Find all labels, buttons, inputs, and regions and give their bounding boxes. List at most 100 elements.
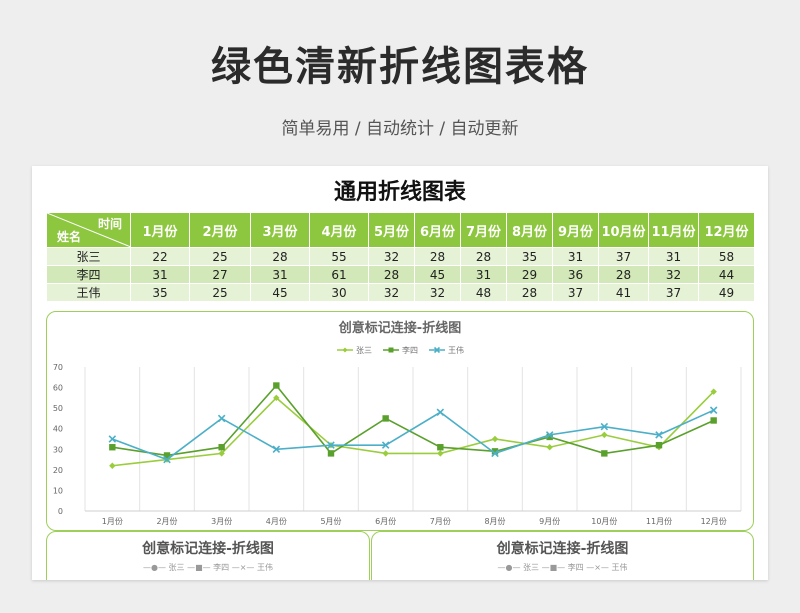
y-tick-label: 10 (53, 486, 63, 495)
month-header: 6月份 (414, 212, 461, 248)
x-tick-label: 5月份 (320, 516, 341, 526)
value-cell[interactable]: 44 (698, 265, 755, 284)
data-point (437, 444, 444, 451)
value-cell[interactable]: 28 (506, 283, 553, 302)
y-tick-label: 40 (53, 425, 63, 434)
x-tick-label: 9月份 (539, 516, 560, 526)
main-chart-panel: 创意标记连接-折线图 张三 李四 王伟 0 10 20 30 40 50 60 70 1月份 2月份 3月份… (46, 311, 754, 531)
value-cell[interactable]: 55 (309, 247, 369, 266)
value-cell[interactable]: 28 (598, 265, 649, 284)
y-tick-label: 20 (53, 466, 63, 475)
month-header: 12月份 (698, 212, 755, 248)
month-header: 1月份 (130, 212, 190, 248)
data-point (327, 450, 335, 457)
value-cell[interactable]: 45 (250, 283, 310, 302)
value-cell[interactable]: 36 (552, 265, 599, 284)
value-cell[interactable]: 28 (414, 247, 461, 266)
data-point (601, 450, 608, 457)
value-cell[interactable]: 35 (130, 283, 190, 302)
row-name-cell: 王伟 (46, 283, 131, 302)
table-row: 李四 31 27 31 61 28 45 31 29 36 28 32 44 (46, 265, 755, 284)
table-row: 王伟 35 25 45 30 32 32 48 28 37 41 37 49 (46, 283, 755, 302)
value-cell[interactable]: 48 (460, 283, 507, 302)
data-point (382, 415, 389, 422)
value-cell[interactable]: 37 (648, 283, 699, 302)
month-header: 7月份 (460, 212, 507, 248)
table-header-row: 时间 姓名 1月份 2月份 3月份 4月份 5月份 6月份 7月份 8月份 9月… (46, 212, 755, 248)
data-table: 时间 姓名 1月份 2月份 3月份 4月份 5月份 6月份 7月份 8月份 9月… (46, 212, 755, 302)
value-cell[interactable]: 35 (506, 247, 553, 266)
value-cell[interactable]: 49 (698, 283, 755, 302)
month-header: 10月份 (598, 212, 649, 248)
value-cell[interactable]: 31 (648, 247, 699, 266)
x-tick-label: 1月份 (102, 516, 123, 526)
value-cell[interactable]: 22 (130, 247, 190, 266)
value-cell[interactable]: 30 (309, 283, 369, 302)
bottom-chart-title: 创意标记连接-折线图 (142, 541, 274, 557)
value-cell[interactable]: 25 (189, 247, 251, 266)
value-cell[interactable]: 61 (309, 265, 369, 284)
row-name-cell: 李四 (46, 265, 131, 284)
value-cell[interactable]: 31 (130, 265, 190, 284)
value-cell[interactable]: 31 (552, 247, 599, 266)
data-point (710, 417, 717, 424)
data-point (109, 444, 116, 451)
bottom-chart-legend: —●— 张三 —■— 李四 —×— 王伟 (143, 563, 273, 572)
corner-time-label: 时间 (97, 217, 122, 231)
value-cell[interactable]: 32 (368, 247, 415, 266)
month-header: 3月份 (250, 212, 310, 248)
value-cell[interactable]: 28 (250, 247, 310, 266)
value-cell[interactable]: 28 (460, 247, 507, 266)
value-cell[interactable]: 32 (648, 265, 699, 284)
data-point (382, 450, 389, 457)
y-tick-label: 50 (53, 404, 63, 413)
y-tick-label: 70 (53, 363, 63, 372)
month-header: 4月份 (309, 212, 369, 248)
y-tick-label: 30 (53, 445, 63, 454)
x-tick-label: 7月份 (430, 516, 451, 526)
value-cell[interactable]: 37 (598, 247, 649, 266)
value-cell[interactable]: 29 (506, 265, 553, 284)
legend-label: 李四 (402, 345, 418, 355)
page-subtitle: 简单易用 / 自动统计 / 自动更新 (281, 119, 519, 139)
month-header: 2月份 (189, 212, 251, 248)
x-tick-label: 3月份 (211, 516, 232, 526)
data-point (109, 462, 116, 469)
bottom-chart-title: 创意标记连接-折线图 (496, 541, 629, 557)
value-cell[interactable]: 58 (698, 247, 755, 266)
x-tick-label: 11月份 (646, 516, 672, 526)
value-cell[interactable]: 31 (250, 265, 310, 284)
row-name-cell: 张三 (46, 247, 131, 266)
chart-title: 创意标记连接-折线图 (338, 320, 461, 336)
x-tick-label: 6月份 (375, 516, 396, 526)
table-corner-cell: 时间 姓名 (46, 212, 131, 248)
legend-label: 王伟 (448, 345, 464, 355)
data-point (655, 441, 663, 449)
value-cell[interactable]: 28 (368, 265, 415, 284)
value-cell[interactable]: 45 (414, 265, 461, 284)
value-cell[interactable]: 32 (414, 283, 461, 302)
value-cell[interactable]: 31 (460, 265, 507, 284)
data-point (437, 450, 444, 457)
value-cell[interactable]: 27 (189, 265, 251, 284)
value-cell[interactable]: 41 (598, 283, 649, 302)
x-tick-label: 2月份 (156, 516, 177, 526)
month-header: 8月份 (506, 212, 553, 248)
month-header: 11月份 (648, 212, 699, 248)
data-point (218, 444, 225, 451)
data-point (546, 444, 553, 451)
x-tick-label: 10月份 (591, 516, 617, 526)
line-chart: 创意标记连接-折线图张三 李四 王伟 0 10 20 30 40 50 60 70 1月份 2月份 3月份… (53, 320, 742, 526)
bottom-chart-panel-left: 创意标记连接-折线图 —●— 张三 —■— 李四 —×— 王伟 (46, 531, 370, 580)
month-header: 5月份 (368, 212, 415, 248)
corner-name-label: 姓名 (57, 230, 82, 244)
value-cell[interactable]: 25 (189, 283, 251, 302)
month-header: 9月份 (552, 212, 599, 248)
value-cell[interactable]: 37 (552, 283, 599, 302)
data-point (601, 431, 608, 439)
sheet-title: 通用折线图表 (333, 180, 466, 205)
x-tick-label: 12月份 (701, 516, 727, 526)
bottom-chart-legend: —●— 张三 —■— 李四 —×— 王伟 (497, 563, 628, 572)
value-cell[interactable]: 32 (368, 283, 415, 302)
y-tick-label: 0 (58, 507, 63, 516)
